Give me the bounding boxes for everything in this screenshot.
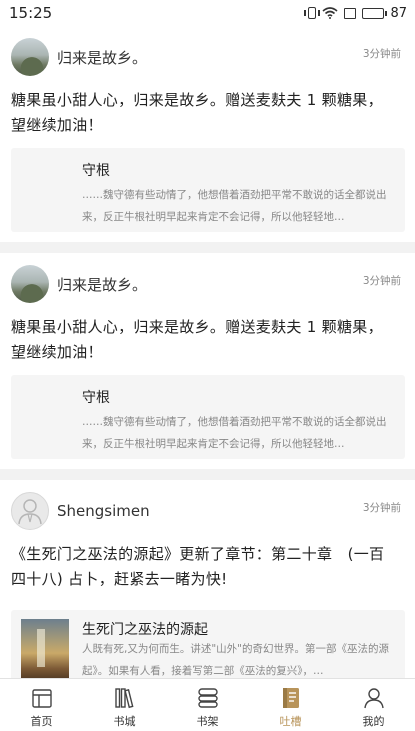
book-preview[interactable]: 生死门之巫法的源起 人既有死,又为何而生。讲述"山外"的奇幻世界。第一部《巫法的… [11, 610, 405, 688]
profile-icon [363, 688, 384, 709]
tab-profile[interactable]: 我的 [332, 679, 415, 731]
message-text: 糖果虽小甜人心，归来是故乡。赠送麦麸夫 1 颗糖果，望继续加油！ [11, 91, 383, 134]
tab-label: 书城 [113, 715, 136, 728]
card-header: Shengsimen 3分钟前 [11, 480, 405, 542]
bottom-tab-bar: 首页 书城 书架 吐槽 我的 [0, 678, 415, 731]
book-preview[interactable]: 守根 ……魏守德有些动情了，他想借着酒劲把平常不敢说的话全都说出来，反正牛根社明… [11, 375, 405, 459]
status-bar: 15:25 87 [0, 0, 415, 26]
message-text: 糖果虽小甜人心，归来是故乡。赠送麦麸夫 1 颗糖果，望继续加油！ [11, 318, 383, 361]
book-preview[interactable]: 守根 ……魏守德有些动情了，他想借着酒劲把平常不敢说的话全都说出来，反正牛根社明… [11, 148, 405, 232]
sim-card-icon [344, 7, 357, 19]
status-time: 15:25 [9, 4, 53, 22]
tab-comments[interactable]: 吐槽 [249, 679, 332, 731]
book-excerpt: 人既有死,又为何而生。讲述"山外"的奇幻世界。第一部《巫法的源起》。如果有人看，… [82, 643, 389, 677]
username[interactable]: 归来是故乡。 [57, 47, 147, 68]
tab-bookshelf[interactable]: 书架 [166, 679, 249, 731]
vibrate-icon [304, 7, 321, 19]
time-ago: 3分钟前 [362, 502, 401, 514]
book-title: 生死门之巫法的源起 [82, 622, 208, 638]
feed-list: 归来是故乡。 3分钟前 糖果虽小甜人心，归来是故乡。赠送麦麸夫 1 颗糖果，望继… [0, 26, 415, 692]
username[interactable]: Shengsimen [57, 502, 150, 520]
status-icons: 87 [304, 5, 407, 21]
home-icon [31, 689, 52, 708]
tab-home[interactable]: 首页 [0, 679, 83, 731]
tab-bookstore[interactable]: 书城 [83, 679, 166, 731]
feed-card[interactable]: Shengsimen 3分钟前 《生死门之巫法的源起》更新了章节：第二十章 (一… [0, 480, 415, 692]
bookstore-icon [114, 688, 133, 709]
avatar[interactable] [11, 492, 49, 530]
username[interactable]: 归来是故乡。 [57, 274, 147, 295]
tab-label: 吐槽 [279, 715, 302, 728]
card-header: 归来是故乡。 3分钟前 [11, 26, 405, 88]
book-title: 守根 [82, 163, 110, 179]
default-avatar-icon [18, 499, 42, 525]
tab-label: 我的 [362, 715, 385, 728]
book-cover[interactable] [21, 619, 69, 681]
battery-icon [362, 7, 388, 19]
tab-label: 书架 [196, 715, 219, 728]
book-excerpt: ……魏守德有些动情了，他想借着酒劲把平常不敢说的话全都说出来，反正牛根社明早起来… [82, 416, 387, 450]
bookshelf-icon [197, 688, 218, 708]
avatar[interactable] [11, 38, 49, 76]
wifi-icon [322, 7, 338, 19]
feed-card[interactable]: 归来是故乡。 3分钟前 糖果虽小甜人心，归来是故乡。赠送麦麸夫 1 颗糖果，望继… [0, 26, 415, 242]
card-header: 归来是故乡。 3分钟前 [11, 253, 405, 315]
time-ago: 3分钟前 [362, 48, 401, 60]
feed-card[interactable]: 归来是故乡。 3分钟前 糖果虽小甜人心，归来是故乡。赠送麦麸夫 1 颗糖果，望继… [0, 253, 415, 469]
avatar[interactable] [11, 265, 49, 303]
book-excerpt: ……魏守德有些动情了，他想借着酒劲把平常不敢说的话全都说出来，反正牛根社明早起来… [82, 189, 387, 223]
battery-percent: 87 [390, 5, 407, 21]
book-title: 守根 [82, 390, 110, 406]
message-text: 《生死门之巫法的源起》更新了章节：第二十章 (一百四十八) 占卜，赶紧去一睹为快… [11, 545, 385, 588]
comment-book-icon [282, 688, 299, 708]
time-ago: 3分钟前 [362, 275, 401, 287]
tab-label: 首页 [30, 715, 53, 728]
